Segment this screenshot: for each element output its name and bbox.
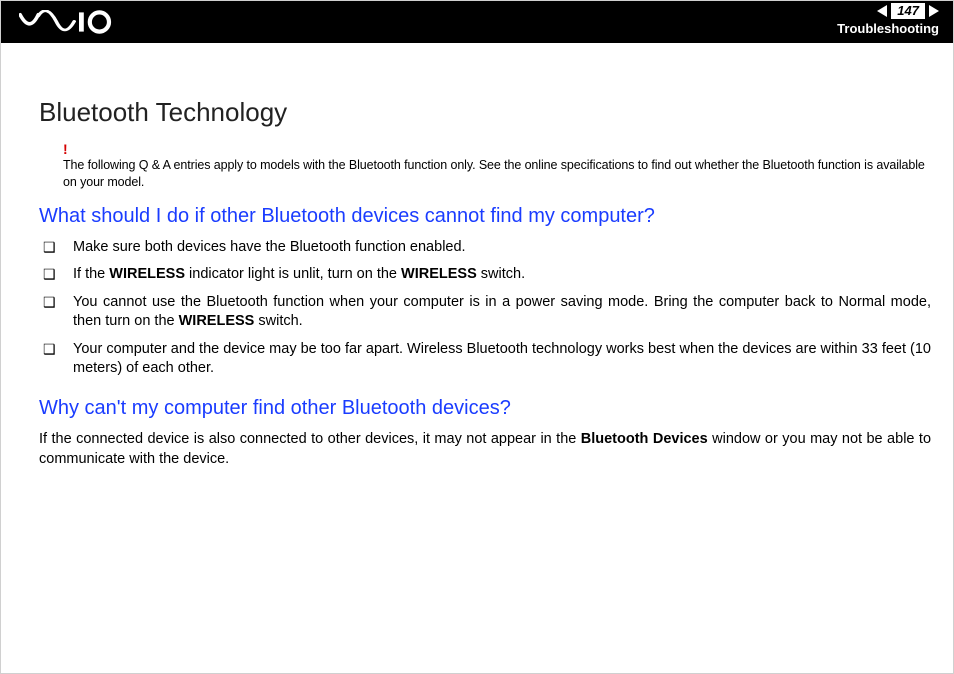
next-page-arrow-icon[interactable] xyxy=(929,5,939,17)
note-mark-icon: ! xyxy=(63,140,931,159)
list-item-text: indicator light is unlit, turn on the xyxy=(185,266,401,282)
note-block: ! The following Q & A entries apply to m… xyxy=(63,140,931,191)
list-item: You cannot use the Bluetooth function wh… xyxy=(39,293,931,332)
page-title: Bluetooth Technology xyxy=(39,97,931,128)
list-item: Your computer and the device may be too … xyxy=(39,340,931,379)
question-2-paragraph: If the connected device is also connecte… xyxy=(39,430,931,469)
header-bar: 147 Troubleshooting xyxy=(1,1,953,43)
list-item-text: switch. xyxy=(477,266,525,282)
bold-term: WIRELESS xyxy=(179,313,255,329)
page-content: Bluetooth Technology ! The following Q &… xyxy=(1,43,953,469)
prev-page-arrow-icon[interactable] xyxy=(877,5,887,17)
para-text: If the connected device is also connecte… xyxy=(39,431,581,447)
page-number: 147 xyxy=(891,3,925,19)
question-1-list: Make sure both devices have the Bluetoot… xyxy=(39,238,931,379)
list-item-text: Make sure both devices have the Bluetoot… xyxy=(73,239,466,255)
question-1-heading: What should I do if other Bluetooth devi… xyxy=(39,205,931,228)
question-2-heading: Why can't my computer find other Bluetoo… xyxy=(39,397,931,420)
vaio-logo xyxy=(19,9,115,35)
list-item: If the WIRELESS indicator light is unlit… xyxy=(39,265,931,285)
bold-term: WIRELESS xyxy=(109,266,185,282)
list-item-text: If the xyxy=(73,266,109,282)
note-text: The following Q & A entries apply to mod… xyxy=(63,158,925,189)
list-item-text: switch. xyxy=(254,313,302,329)
bold-term: Bluetooth Devices xyxy=(581,431,708,447)
page-indicator[interactable]: 147 xyxy=(877,3,939,19)
list-item: Make sure both devices have the Bluetoot… xyxy=(39,238,931,258)
vaio-logo-svg xyxy=(19,10,115,34)
section-label: Troubleshooting xyxy=(837,21,939,36)
list-item-text: Your computer and the device may be too … xyxy=(73,341,931,377)
bold-term: WIRELESS xyxy=(401,266,477,282)
